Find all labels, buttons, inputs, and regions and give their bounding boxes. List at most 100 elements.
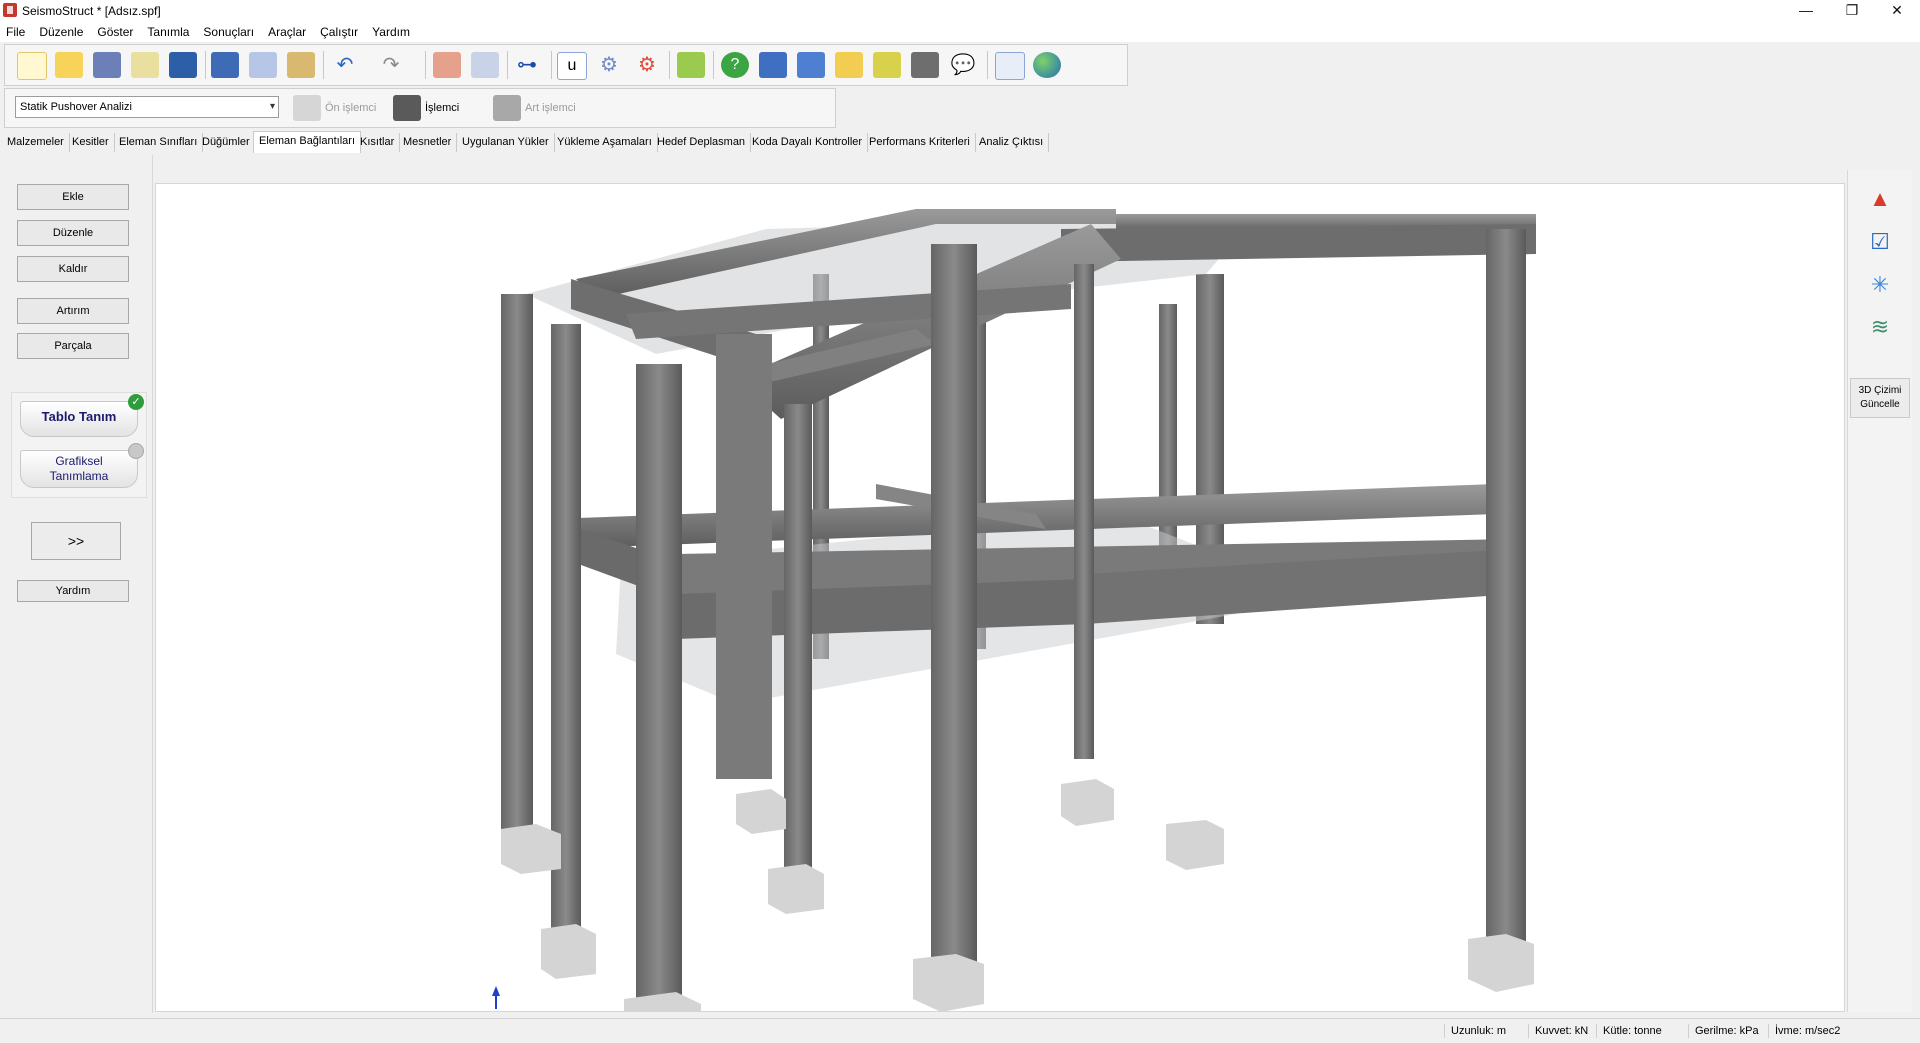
remove-button[interactable]: Kaldır <box>17 256 129 282</box>
footing-5 <box>913 954 984 1011</box>
chat-icon[interactable]: 💬 <box>949 52 977 78</box>
graph-icon[interactable]: ⊶ <box>513 52 541 78</box>
network-gear-icon[interactable]: ⚙ <box>633 52 661 78</box>
footing-4 <box>768 864 824 914</box>
minimize-button[interactable]: — <box>1783 0 1829 22</box>
tab-supports[interactable]: Mesnetler <box>398 133 458 152</box>
axes-icon[interactable]: ✳ <box>1862 268 1898 302</box>
analysis-type-value: Statik Pushover Analizi <box>20 101 132 113</box>
menu-results[interactable]: Sonuçları <box>196 22 261 42</box>
open-folder-icon[interactable] <box>55 52 83 78</box>
restore-button[interactable]: ❐ <box>1829 0 1875 22</box>
edit-button[interactable]: Düzenle <box>17 220 129 246</box>
right-panel: ▲ ☑ ✳ ≋ 3D Çizimi Güncelle <box>1847 170 1912 1012</box>
main-toolbar: ↶ ↷ ⊶ u ⚙ ⚙ ? 💬 <box>4 44 1128 86</box>
new-file-icon[interactable] <box>17 52 47 80</box>
folder-icon[interactable] <box>835 52 863 78</box>
analysis-toolbar: Statik Pushover Analizi ▾ Ön işlemci İşl… <box>4 88 836 128</box>
post-processor-button[interactable]: Art işlemci <box>493 94 576 122</box>
column-mid-front <box>784 404 812 874</box>
book-check-icon[interactable] <box>797 52 825 78</box>
table-input-mode-button[interactable]: Tablo Tanım <box>20 401 138 437</box>
tab-materials[interactable]: Malzemeler <box>2 133 70 152</box>
column-front-right <box>1486 229 1526 944</box>
menu-help[interactable]: Yardım <box>365 22 417 42</box>
tab-restraints[interactable]: Kısıtlar <box>355 133 401 152</box>
3d-model-viewport[interactable] <box>155 183 1845 1012</box>
graphical-input-mode-button[interactable]: Grafiksel Tanımlama <box>20 450 138 488</box>
column-front-center <box>636 364 682 1011</box>
left-panel: Ekle Düzenle Kaldır Artırım Parçala Tabl… <box>4 155 153 1013</box>
folder-arrow-icon[interactable] <box>873 52 901 78</box>
processor-chip-icon <box>393 95 421 122</box>
stress-unit: Gerilme: kPa <box>1688 1024 1759 1038</box>
pre-processor-button[interactable]: Ön işlemci <box>293 94 376 122</box>
tab-applied-loads[interactable]: Uygulanan Yükler <box>457 133 555 152</box>
shapes-icon[interactable]: ▲ <box>1862 182 1898 216</box>
globe-icon[interactable] <box>1033 52 1061 78</box>
footing-3 <box>624 992 701 1011</box>
split-button[interactable]: Parçala <box>17 333 129 359</box>
pre-processor-icon[interactable] <box>433 52 461 78</box>
tab-element-classes[interactable]: Eleman Sınıfları <box>114 133 204 152</box>
footing-1 <box>501 824 561 874</box>
check-icon: ✓ <box>128 394 144 410</box>
roof-beam-right <box>1061 224 1536 262</box>
menu-run[interactable]: Çalıştır <box>313 22 365 42</box>
tab-code-checks[interactable]: Koda Dayalı Kontroller <box>747 133 869 152</box>
footing-2 <box>541 924 596 979</box>
force-unit: Kuvvet: kN <box>1528 1024 1588 1038</box>
report-icon[interactable] <box>211 52 239 78</box>
u-icon[interactable]: u <box>557 52 587 80</box>
acceleration-unit: İvme: m/sec2 <box>1768 1024 1840 1038</box>
increment-button[interactable]: Artırım <box>17 298 129 324</box>
input-mode-group: Tablo Tanım ✓ Grafiksel Tanımlama <box>11 392 147 498</box>
undo-icon[interactable]: ↶ <box>331 52 359 78</box>
gear-icon[interactable]: ⚙ <box>595 52 623 78</box>
menu-file[interactable]: File <box>0 22 32 42</box>
menu-define[interactable]: Tanımla <box>140 22 196 42</box>
shear-wall <box>716 334 772 779</box>
tab-nodes[interactable]: Düğümler <box>197 133 256 152</box>
footing-9 <box>736 789 786 834</box>
tab-performance-criteria[interactable]: Performans Kriterleri <box>864 133 976 152</box>
inactive-radio-icon <box>128 443 144 459</box>
processor-button[interactable]: İşlemci <box>393 94 459 122</box>
film-icon[interactable] <box>911 52 939 78</box>
length-unit: Uzunluk: m <box>1444 1024 1506 1038</box>
help-icon[interactable]: ? <box>721 52 749 78</box>
redo-icon[interactable]: ↷ <box>377 52 405 78</box>
edit-icon[interactable] <box>995 52 1025 80</box>
close-button[interactable]: ✕ <box>1874 0 1920 22</box>
menu-edit[interactable]: Düzenle <box>32 22 90 42</box>
brush-icon[interactable] <box>677 52 705 78</box>
footing-7 <box>1166 820 1224 870</box>
building-icon[interactable] <box>93 52 121 78</box>
menu-view[interactable]: Göster <box>90 22 140 42</box>
wand-icon[interactable] <box>131 52 159 78</box>
tab-target-displacement[interactable]: Hedef Deplasman <box>652 133 752 152</box>
post-processor-icon <box>493 95 521 122</box>
footing-8 <box>1061 779 1114 826</box>
tab-sections[interactable]: Kesitler <box>67 133 115 152</box>
status-bar: Uzunluk: m Kuvvet: kN Kütle: tonne Geril… <box>0 1018 1920 1043</box>
save-icon[interactable] <box>169 52 197 78</box>
column-front-left-outer <box>501 294 533 834</box>
layers-icon[interactable]: ≋ <box>1862 310 1898 344</box>
help-button[interactable]: Yardım <box>17 580 129 602</box>
update-3d-plot-button[interactable]: 3D Çizimi Güncelle <box>1850 378 1910 418</box>
more-button[interactable]: >> <box>31 522 121 560</box>
book-icon[interactable] <box>759 52 787 78</box>
footing-6 <box>1468 934 1534 992</box>
copy-icon[interactable] <box>249 52 277 78</box>
analysis-type-select[interactable]: Statik Pushover Analizi ▾ <box>15 96 279 118</box>
menu-tools[interactable]: Araçlar <box>261 22 313 42</box>
tab-element-connectivity[interactable]: Eleman Bağlantıları <box>253 131 361 153</box>
add-button[interactable]: Ekle <box>17 184 129 210</box>
tab-loading-phases[interactable]: Yükleme Aşamaları <box>552 133 658 152</box>
tab-analysis-output[interactable]: Analiz Çıktısı <box>974 133 1050 152</box>
play-icon[interactable] <box>471 52 499 78</box>
checklist-icon[interactable]: ☑ <box>1862 225 1898 259</box>
paste-icon[interactable] <box>287 52 315 78</box>
pre-processor-run-icon <box>293 95 321 122</box>
